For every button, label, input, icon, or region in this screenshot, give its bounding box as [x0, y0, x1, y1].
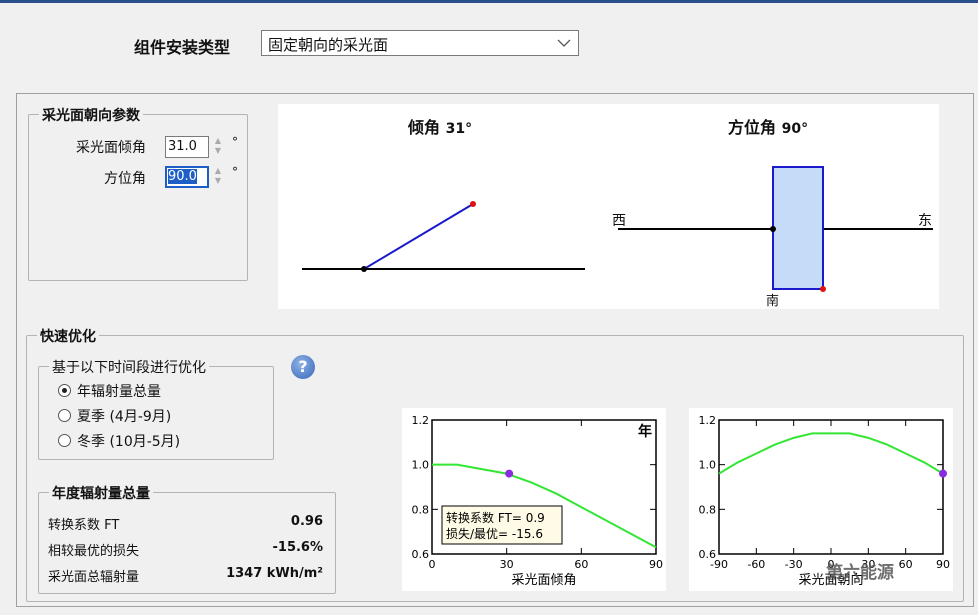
y-tick-label: 1.0	[699, 459, 717, 472]
radio-annual[interactable]	[58, 384, 71, 397]
install-type-dropdown[interactable]: 固定朝向的采光面	[261, 30, 579, 56]
tilt-panel-line	[363, 203, 474, 270]
annotation-line: 损失/最优= -15.6	[446, 526, 543, 541]
x-tick-label: 60	[574, 558, 588, 571]
install-type-value: 固定朝向的采光面	[268, 36, 389, 54]
y-tick-label: 1.2	[412, 414, 430, 427]
radio-winter-label[interactable]: 冬季 (10月-5月)	[77, 431, 180, 451]
x-tick-label: 0	[429, 558, 436, 571]
x-tick-label: 90	[936, 558, 950, 571]
radio-summer-label[interactable]: 夏季 (4月-9月)	[77, 406, 171, 426]
tilt-spinner[interactable]: ▲ ▼	[212, 136, 224, 158]
tilt-factor-chart: 0.6 0.8 1.0 1.2 0 30 60 90 年采光面倾角 转换系数 FT= 0.9损失/…	[412, 414, 664, 588]
tilt-input[interactable]: 31.0	[165, 136, 209, 158]
south-label: 南	[766, 294, 780, 309]
loss-label: 相较最优的损失	[48, 544, 140, 559]
ft-label: 转换系数 FT	[48, 518, 120, 533]
annotation-line: 转换系数 FT= 0.9	[446, 510, 545, 525]
azimuth-chart-panel: 0.6 0.8 1.0 1.2 -90 -60 -30 0 30 60 90 采光面朝向	[689, 408, 953, 591]
orientation-legend: 采光面朝向参数	[39, 105, 143, 125]
x-tick-label: -60	[747, 558, 765, 571]
y-tick-label: 0.8	[412, 503, 430, 516]
orientation-diagram-canvas: 倾角 31° 方位角 90° 西 东 南	[278, 104, 939, 309]
tilt-unit: °	[232, 135, 238, 149]
radio-summer[interactable]	[58, 409, 71, 422]
y-tick-label: 0.8	[699, 503, 717, 516]
azimuth-end-point	[820, 286, 826, 292]
plot-frame	[718, 419, 944, 555]
tilt-label: 采光面倾角	[76, 140, 146, 156]
watermark-text: 第六能源	[826, 563, 894, 583]
current-point-marker	[939, 469, 947, 478]
tilt-end-point	[470, 201, 476, 207]
radio-annual-label[interactable]: 年辐射量总量	[77, 381, 161, 401]
x-tick-label: 60	[899, 558, 913, 571]
azimuth-label: 方位角	[104, 171, 146, 187]
radio-winter[interactable]	[58, 434, 71, 447]
tilt-pivot-point	[361, 266, 367, 272]
chart-title: 年	[638, 423, 652, 440]
azimuth-panel-rect	[772, 166, 824, 290]
x-tick-label: -90	[710, 558, 728, 571]
y-tick-label: 1.0	[412, 459, 430, 472]
y-tick-label: 0.6	[412, 548, 430, 561]
azimuth-factor-chart: 0.60.81.01.2-90 -60 -30 0 30 60 90采光面朝向	[699, 414, 951, 588]
chevron-down-icon	[557, 39, 571, 47]
x-axis-label: 采光面倾角	[511, 573, 576, 588]
period-legend: 基于以下时间段进行优化	[49, 357, 209, 377]
azimuth-spinner[interactable]: ▲ ▼	[212, 166, 224, 188]
annual-totals-legend: 年度辐射量总量	[49, 483, 153, 503]
total-radiation-label: 采光面总辐射量	[48, 570, 140, 585]
orientation-diagrams	[302, 166, 933, 292]
install-type-label: 组件安装类型	[134, 38, 231, 57]
x-tick-label: -30	[785, 558, 803, 571]
tilt-chart-panel: 0.6 0.8 1.0 1.2 0 30 60 90 年采光面倾角 转换系数 FT= 0.9 损失/…	[402, 408, 666, 591]
current-point-marker	[505, 469, 514, 478]
azimuth-unit: °	[232, 165, 238, 179]
azimuth-pivot-point	[770, 226, 776, 232]
x-tick-label: 90	[649, 558, 663, 571]
x-tick-label: 30	[500, 558, 514, 571]
west-label: 西	[612, 213, 626, 229]
y-tick-label: 1.2	[699, 414, 717, 427]
help-icon[interactable]: ?	[291, 355, 315, 379]
east-label: 东	[918, 213, 932, 229]
quick-optimize-legend: 快速优化	[37, 326, 99, 346]
azimuth-input[interactable]: 90.0	[165, 166, 209, 188]
loss-value: -15.6%	[272, 540, 324, 555]
ft-value: 0.96	[290, 514, 323, 529]
total-radiation-value: 1347 kWh/m²	[226, 566, 323, 581]
